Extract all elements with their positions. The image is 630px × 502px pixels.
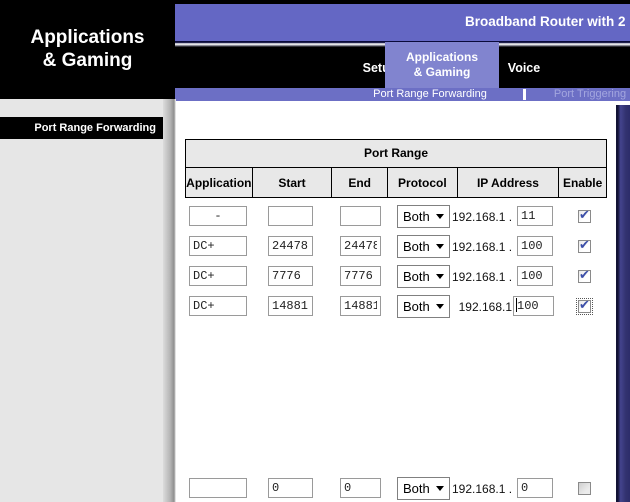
brand-title-line1: Applications xyxy=(0,26,175,49)
tab-applications-gaming-line2: & Gaming xyxy=(385,65,499,80)
enable-checkbox[interactable]: ✔ xyxy=(578,210,591,223)
protocol-value: Both xyxy=(403,269,430,284)
end-port-input[interactable] xyxy=(340,478,381,498)
protocol-value: Both xyxy=(403,209,430,224)
ip-host-input[interactable] xyxy=(513,296,554,316)
ip-prefix-label: 192.168.1 . xyxy=(452,270,512,284)
sub-nav: Port Range Forwarding Port Triggering UP… xyxy=(175,88,630,101)
subnav-port-range-forwarding[interactable]: Port Range Forwarding xyxy=(373,88,487,100)
brand-title: Applications & Gaming xyxy=(0,26,175,72)
dropdown-arrow-icon xyxy=(436,486,444,491)
ip-prefix-label: 192.168.1 . xyxy=(452,240,512,254)
ip-host-input[interactable] xyxy=(517,478,553,498)
table-column-headers: Application Start End Protocol IP Addres… xyxy=(185,167,607,198)
checkmark-icon: ✔ xyxy=(579,238,590,253)
table-row: Both 192.168.1 . ✔ xyxy=(0,262,630,292)
enable-checkbox[interactable]: ✔ xyxy=(578,240,591,253)
text-cursor xyxy=(516,298,517,312)
protocol-value: Both xyxy=(403,481,430,496)
enable-checkbox[interactable]: ✔ xyxy=(578,482,591,495)
table-row: Both 192.168.1 . ✔ xyxy=(0,202,630,232)
col-header-application: Application xyxy=(186,168,253,197)
banner: Broadband Router with 2 P xyxy=(175,4,630,41)
enable-checkbox[interactable]: ✔ xyxy=(578,270,591,283)
ip-prefix-label: 192.168.1 . xyxy=(452,482,512,496)
ip-host-input[interactable] xyxy=(517,266,553,286)
col-header-end: End xyxy=(332,168,388,197)
brand-panel: Applications & Gaming xyxy=(0,0,175,99)
protocol-select[interactable]: Both xyxy=(397,477,450,500)
dropdown-arrow-icon xyxy=(436,274,444,279)
application-input[interactable] xyxy=(189,266,247,286)
tab-applications-gaming[interactable]: Applications & Gaming xyxy=(385,42,499,88)
end-port-input[interactable] xyxy=(340,206,381,226)
protocol-select[interactable]: Both xyxy=(397,265,450,288)
start-port-input[interactable] xyxy=(268,206,313,226)
ip-prefix-label: 192.168.1 xyxy=(452,300,512,314)
application-input[interactable] xyxy=(189,236,247,256)
subnav-port-triggering[interactable]: Port Triggering xyxy=(554,88,626,100)
protocol-select[interactable]: Both xyxy=(397,235,450,258)
end-port-input[interactable] xyxy=(340,236,381,256)
checkmark-icon: ✔ xyxy=(579,298,590,313)
col-header-protocol: Protocol xyxy=(388,168,458,197)
sidebar-section-label: Port Range Forwarding xyxy=(0,117,163,139)
brand-title-line2: & Gaming xyxy=(0,49,175,72)
application-input[interactable] xyxy=(189,296,247,316)
router-admin-page: Broadband Router with 2 P Setup Security… xyxy=(0,0,630,502)
tab-applications-gaming-line1: Applications xyxy=(385,50,499,65)
end-port-input[interactable] xyxy=(340,296,381,316)
start-port-input[interactable] xyxy=(268,266,313,286)
dropdown-arrow-icon xyxy=(436,304,444,309)
dropdown-arrow-icon xyxy=(436,214,444,219)
ip-host-input[interactable] xyxy=(517,236,553,256)
checkmark-icon: ✔ xyxy=(579,268,590,283)
application-input[interactable] xyxy=(189,206,247,226)
col-header-enable: Enable xyxy=(559,168,606,197)
protocol-value: Both xyxy=(403,299,430,314)
table-row: Both 192.168.1 ✔ xyxy=(0,292,630,322)
application-input[interactable] xyxy=(189,478,247,498)
end-port-input[interactable] xyxy=(340,266,381,286)
start-port-input[interactable] xyxy=(268,236,313,256)
tab-voice[interactable]: Voice xyxy=(508,61,540,75)
start-port-input[interactable] xyxy=(268,296,313,316)
protocol-select[interactable]: Both xyxy=(397,205,450,228)
table-row: Both 192.168.1 . ✔ xyxy=(0,474,630,502)
table-title: Port Range xyxy=(185,139,607,168)
ip-prefix-label: 192.168.1 . xyxy=(452,210,512,224)
checkmark-icon: ✔ xyxy=(579,208,590,223)
subnav-separator xyxy=(523,89,526,100)
col-header-start: Start xyxy=(253,168,333,197)
protocol-select[interactable]: Both xyxy=(397,295,450,318)
banner-title: Broadband Router with 2 P xyxy=(465,14,630,29)
ip-host-input[interactable] xyxy=(517,206,553,226)
table-row: Both 192.168.1 . ✔ xyxy=(0,232,630,262)
start-port-input[interactable] xyxy=(268,478,313,498)
enable-checkbox[interactable]: ✔ xyxy=(578,300,591,313)
protocol-value: Both xyxy=(403,239,430,254)
col-header-ip-address: IP Address xyxy=(458,168,560,197)
dropdown-arrow-icon xyxy=(436,244,444,249)
